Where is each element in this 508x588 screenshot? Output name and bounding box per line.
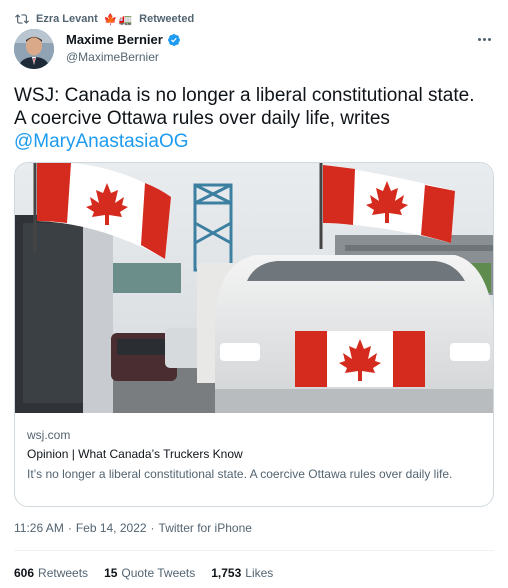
retweeter-name[interactable]: Ezra Levant xyxy=(36,13,98,25)
stats-divider xyxy=(14,550,494,551)
card-image[interactable] xyxy=(15,163,494,413)
quote-tweets-label: Quote Tweets xyxy=(121,566,196,580)
mention-link[interactable]: @MaryAnastasiaOG xyxy=(14,131,189,152)
author-display-name[interactable]: Maxime Bernier xyxy=(66,32,181,47)
likes-stat[interactable]: 1,753 Likes xyxy=(211,566,273,580)
card-title[interactable]: Opinion | What Canada’s Truckers Know xyxy=(27,447,483,461)
tweet-body-text: WSJ: Canada is no longer a liberal const… xyxy=(14,85,475,129)
separator-dot: · xyxy=(150,521,155,535)
author-handle[interactable]: @MaximeBernier xyxy=(66,50,181,64)
retweet-icon xyxy=(15,14,29,24)
retweets-stat[interactable]: 606 Retweets xyxy=(14,566,88,580)
card-meta[interactable]: wsj.com Opinion | What Canada’s Truckers… xyxy=(15,414,493,506)
retweets-count: 606 xyxy=(14,566,35,580)
tweet-source[interactable]: Twitter for iPhone xyxy=(159,521,252,535)
retweeter-flag-emojis: 🍁🚛 xyxy=(103,13,134,26)
retweets-label: Retweets xyxy=(38,566,89,580)
separator-dot: · xyxy=(67,521,72,535)
tweet-timestamp: 11:26 AM · Feb 14, 2022 · Twitter for iP… xyxy=(14,521,252,535)
more-options-icon[interactable] xyxy=(476,31,492,47)
link-preview-card[interactable]: wsj.com Opinion | What Canada’s Truckers… xyxy=(14,162,494,507)
card-description: It’s no longer a liberal constitutional … xyxy=(27,467,453,481)
tweet-date[interactable]: Feb 14, 2022 xyxy=(76,521,147,535)
author-avatar[interactable] xyxy=(14,29,54,69)
retweet-context[interactable]: Ezra Levant 🍁🚛 Retweeted xyxy=(14,11,194,27)
likes-label: Likes xyxy=(245,566,274,580)
likes-count: 1,753 xyxy=(211,566,242,580)
quote-tweets-stat[interactable]: 15 Quote Tweets xyxy=(104,566,195,580)
engagement-stats: 606 Retweets 15 Quote Tweets 1,753 Likes xyxy=(14,566,273,580)
tweet-text: WSJ: Canada is no longer a liberal const… xyxy=(14,84,484,153)
author-name-text[interactable]: Maxime Bernier xyxy=(66,32,163,47)
grille-flag xyxy=(295,331,425,387)
verified-badge-icon xyxy=(167,33,180,46)
retweeted-label: Retweeted xyxy=(139,13,195,25)
author-names[interactable]: Maxime Bernier @MaximeBernier xyxy=(66,32,181,64)
tweet-author: Maxime Bernier @MaximeBernier xyxy=(14,29,494,73)
card-domain: wsj.com xyxy=(27,428,71,442)
quote-tweets-count: 15 xyxy=(104,566,118,580)
tweet-time[interactable]: 11:26 AM xyxy=(14,521,64,535)
